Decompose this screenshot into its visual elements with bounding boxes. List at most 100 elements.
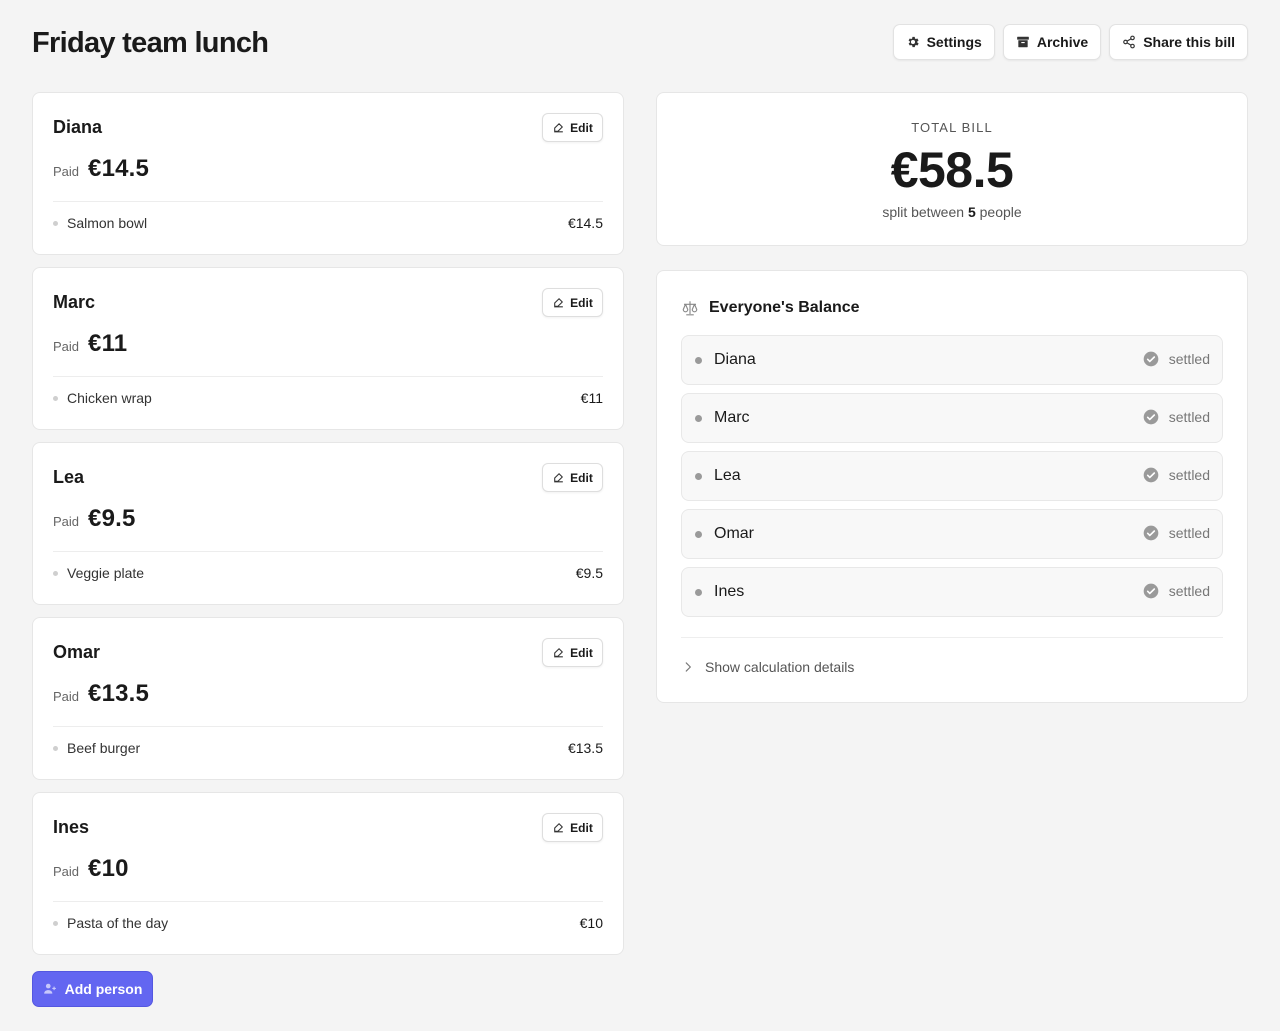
person-name: Diana: [53, 117, 103, 137]
paid-value: €9.5: [88, 505, 136, 532]
paid-label: Paid: [53, 164, 80, 179]
item-price: €13.5: [567, 740, 603, 756]
paid-label: Paid: [53, 514, 80, 529]
balance-row: Diana settled: [681, 335, 1223, 385]
status-badge: settled: [1143, 525, 1210, 541]
status-dot: [695, 357, 702, 364]
edit-label: Edit: [570, 645, 593, 660]
edit-icon: [554, 298, 563, 308]
balance-name: Ines: [714, 583, 745, 600]
balance-title: Everyone's Balance: [709, 299, 860, 316]
total-amount: €58.5: [890, 142, 1014, 198]
person-name: Ines: [53, 817, 90, 837]
divider: [53, 551, 603, 552]
item-price: €10: [579, 915, 603, 931]
paid-label: Paid: [53, 864, 80, 879]
edit-label: Edit: [570, 120, 593, 135]
item-name: Salmon bowl: [67, 215, 148, 231]
balance-name: Lea: [714, 467, 741, 484]
paid-value: €11: [88, 330, 128, 357]
check-circle-icon: [1143, 467, 1159, 483]
list-item: Beef burger €13.5: [53, 740, 603, 756]
bullet-dot: [53, 920, 58, 926]
balance-name: Omar: [714, 525, 754, 542]
scale-icon: [682, 301, 698, 316]
divider: [53, 376, 603, 377]
divider: [53, 201, 603, 202]
balance-list: Diana settled Marc settled Lea settled O…: [681, 335, 1223, 625]
balance-name: Diana: [714, 351, 756, 368]
paid-value: €13.5: [88, 680, 150, 707]
item-name: Pasta of the day: [67, 915, 169, 931]
edit-icon: [554, 473, 563, 483]
item-name: Chicken wrap: [67, 390, 152, 406]
status-badge: settled: [1143, 351, 1210, 367]
header-actions: Settings Archive Share this bill: [892, 24, 1248, 60]
balance-row: Marc settled: [681, 393, 1223, 443]
item-price: €11: [580, 390, 603, 406]
status-text: settled: [1168, 409, 1210, 425]
paid-amount: Paid €11: [53, 330, 127, 358]
gear-icon: [908, 36, 919, 48]
item-price: €14.5: [567, 215, 603, 231]
settings-button[interactable]: Settings: [892, 24, 995, 60]
person-card: Diana Edit Paid €14.5 Salmon bowl €14.5: [32, 92, 624, 255]
archive-label: Archive: [1036, 34, 1089, 50]
paid-label: Paid: [53, 339, 80, 354]
edit-label: Edit: [570, 820, 593, 835]
people-count: 5: [967, 204, 976, 220]
details-label: Show calculation details: [705, 659, 855, 675]
paid-amount: Paid €9.5: [53, 505, 136, 533]
status-text: settled: [1168, 467, 1210, 483]
bullet-dot: [53, 220, 58, 226]
edit-button[interactable]: Edit: [542, 113, 603, 142]
person-card: Ines Edit Paid €10 Pasta of the day €10: [32, 792, 624, 955]
list-item: Salmon bowl €14.5: [53, 215, 603, 231]
balance-name: Marc: [714, 409, 750, 426]
check-circle-icon: [1143, 351, 1159, 367]
status-dot: [695, 531, 702, 538]
archive-icon: [1016, 36, 1029, 48]
status-dot: [695, 473, 702, 480]
archive-button[interactable]: Archive: [1002, 24, 1102, 60]
item-name: Beef burger: [67, 740, 141, 756]
divider: [681, 637, 1223, 638]
person-card: Lea Edit Paid €9.5 Veggie plate €9.5: [32, 442, 624, 605]
list-item: Pasta of the day €10: [53, 915, 603, 931]
person-name: Omar: [53, 642, 101, 662]
total-label: TOTAL BILL: [911, 120, 993, 135]
split-summary: split between 5 people: [657, 204, 1247, 220]
add-person-button[interactable]: Add person: [32, 971, 153, 1007]
check-circle-icon: [1143, 583, 1159, 599]
status-badge: settled: [1143, 409, 1210, 425]
status-text: settled: [1168, 525, 1210, 541]
paid-label: Paid: [53, 689, 80, 704]
paid-value: €14.5: [88, 155, 150, 182]
edit-button[interactable]: Edit: [542, 463, 603, 492]
chevron-right-icon: [685, 662, 691, 672]
total-bill-card: TOTAL BILL €58.5 split between 5 people: [656, 92, 1248, 246]
edit-button[interactable]: Edit: [542, 813, 603, 842]
share-bill-button[interactable]: Share this bill: [1109, 24, 1248, 60]
edit-button[interactable]: Edit: [542, 288, 603, 317]
list-item: Chicken wrap €11: [53, 390, 603, 406]
item-price: €9.5: [575, 565, 603, 581]
edit-button[interactable]: Edit: [542, 638, 603, 667]
people-list: Diana Edit Paid €14.5 Salmon bowl €14.5 …: [32, 92, 624, 967]
add-user-icon: [43, 983, 56, 994]
page-header: Friday team lunch Settings Archive Share…: [32, 24, 1248, 62]
balance-row: Ines settled: [681, 567, 1223, 617]
status-dot: [695, 415, 702, 422]
status-badge: settled: [1143, 467, 1210, 483]
show-calculation-details-toggle[interactable]: Show calculation details: [681, 659, 854, 675]
balance-row: Omar settled: [681, 509, 1223, 559]
edit-icon: [554, 123, 563, 133]
paid-amount: Paid €10: [53, 855, 129, 883]
check-circle-icon: [1143, 525, 1159, 541]
divider: [53, 901, 603, 902]
edit-icon: [554, 823, 563, 833]
split-prefix: split between: [882, 204, 965, 220]
edit-icon: [554, 648, 563, 658]
person-name: Lea: [53, 467, 85, 487]
status-text: settled: [1168, 583, 1210, 599]
